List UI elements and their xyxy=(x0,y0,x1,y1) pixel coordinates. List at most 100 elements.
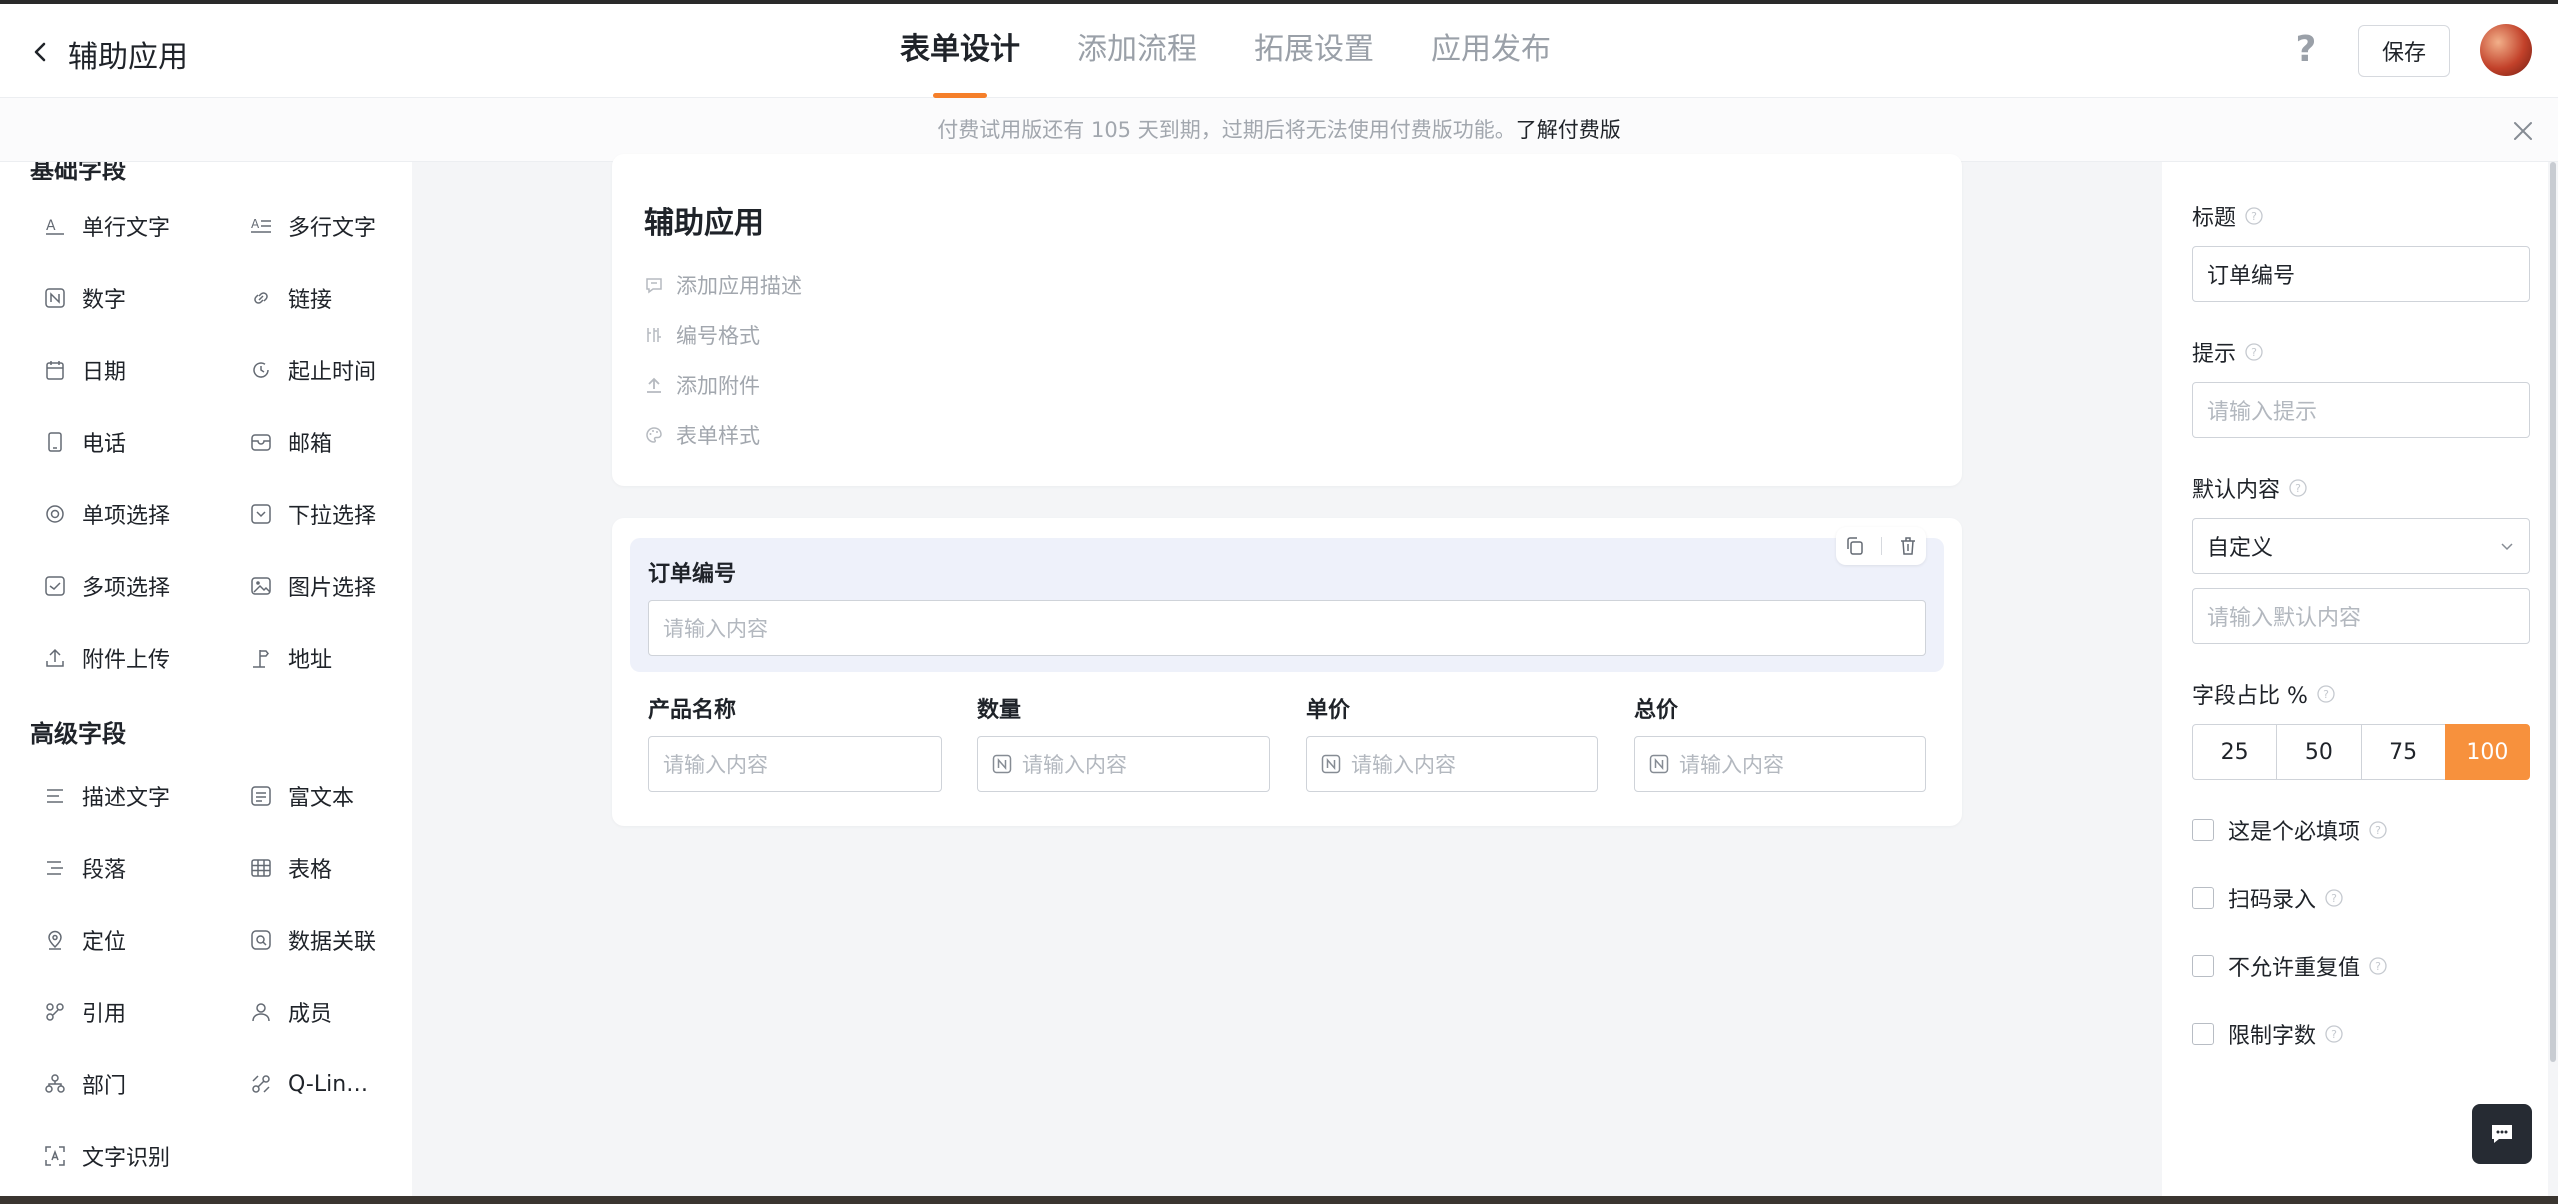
tab-form-design[interactable]: 表单设计 xyxy=(900,4,1020,98)
palette-item-single-line-text[interactable]: A 单行文字 xyxy=(44,208,170,244)
palette-item-date[interactable]: 日期 xyxy=(44,352,126,388)
svg-text:?: ? xyxy=(2375,960,2381,973)
tab-extension-settings[interactable]: 拓展设置 xyxy=(1254,4,1374,98)
mail-icon xyxy=(250,431,272,453)
limit-length-checkbox[interactable]: 限制字数 ? xyxy=(2192,1018,2344,1050)
close-icon[interactable] xyxy=(2512,120,2534,142)
palette-item-paragraph[interactable]: 段落 xyxy=(44,850,126,886)
ratio-option-50[interactable]: 50 xyxy=(2276,724,2362,780)
advanced-fields-title: 高级字段 xyxy=(30,720,126,748)
quantity-input[interactable]: 请输入内容 xyxy=(977,736,1270,792)
checkbox[interactable] xyxy=(2192,887,2214,909)
palette-item-time-range[interactable]: 起止时间 xyxy=(250,352,376,388)
tab-app-publish[interactable]: 应用发布 xyxy=(1431,4,1551,98)
chevron-left-icon xyxy=(34,42,46,62)
palette-item-dropdown[interactable]: 下拉选择 xyxy=(250,496,376,532)
time-range-icon xyxy=(250,359,272,381)
form-style-link[interactable]: 表单样式 xyxy=(644,420,760,450)
app-title: 辅助应用 xyxy=(68,40,188,75)
palette-item-multi-line-text[interactable]: A 多行文字 xyxy=(250,208,376,244)
palette-item-q-link[interactable]: Q-Lin… xyxy=(250,1066,368,1102)
field-label-total-price: 总价 xyxy=(1634,698,1679,723)
svg-text:?: ? xyxy=(2323,688,2329,701)
number-icon xyxy=(992,754,1012,774)
help-circle-icon[interactable]: ? xyxy=(2244,342,2264,362)
palette-item-table[interactable]: 表格 xyxy=(250,850,332,886)
palette-item-department[interactable]: 部门 xyxy=(44,1066,126,1102)
chat-support-button[interactable] xyxy=(2472,1104,2532,1164)
back-button[interactable] xyxy=(26,34,56,70)
palette-item-link[interactable]: 链接 xyxy=(250,280,332,316)
link-icon xyxy=(250,287,272,309)
tab-add-workflow[interactable]: 添加流程 xyxy=(1077,4,1197,98)
hint-input[interactable]: 请输入提示 xyxy=(2192,382,2530,438)
palette-item-reference[interactable]: 引用 xyxy=(44,994,126,1030)
default-content-input[interactable]: 请输入默认内容 xyxy=(2192,588,2530,644)
ratio-option-75[interactable]: 75 xyxy=(2360,724,2446,780)
help-circle-icon[interactable]: ? xyxy=(2324,888,2344,908)
checkbox[interactable] xyxy=(2192,819,2214,841)
form-name[interactable]: 辅助应用 xyxy=(644,198,764,242)
palette-item-rich-text[interactable]: 富文本 xyxy=(250,778,354,814)
scrollbar-thumb[interactable] xyxy=(2550,162,2556,1062)
chevron-down-icon xyxy=(2501,543,2513,551)
palette-item-mail[interactable]: 邮箱 xyxy=(250,424,332,460)
checkbox[interactable] xyxy=(2192,1023,2214,1045)
copy-icon[interactable] xyxy=(1844,535,1866,557)
field-palette: 基础字段 A 单行文字 A 多行文字 数字 链接 日期 起止时间 电话 邮箱 单… xyxy=(0,162,412,1196)
palette-item-description[interactable]: 描述文字 xyxy=(44,778,170,814)
help-circle-icon[interactable]: ? xyxy=(2288,478,2308,498)
checkbox-icon xyxy=(44,575,66,597)
unit-price-input[interactable]: 请输入内容 xyxy=(1306,736,1598,792)
default-type-select[interactable]: 自定义 xyxy=(2192,518,2530,574)
product-name-input[interactable]: 请输入内容 xyxy=(648,736,942,792)
ocr-icon xyxy=(44,1145,66,1167)
ratio-option-100[interactable]: 100 xyxy=(2444,724,2530,780)
palette-item-phone[interactable]: 电话 xyxy=(44,424,126,460)
no-duplicate-checkbox[interactable]: 不允许重复值 ? xyxy=(2192,950,2388,982)
palette-item-ocr[interactable]: 文字识别 xyxy=(44,1138,170,1174)
checkbox[interactable] xyxy=(2192,955,2214,977)
properties-scrollbar[interactable] xyxy=(2548,162,2558,1196)
add-description-link[interactable]: 添加应用描述 xyxy=(644,270,802,300)
prop-ratio-label: 字段占比 % ? xyxy=(2192,678,2336,710)
required-checkbox[interactable]: 这是个必填项 ? xyxy=(2192,814,2388,846)
palette-item-address[interactable]: 地址 xyxy=(250,640,332,676)
svg-text:?: ? xyxy=(2251,346,2257,359)
numbering-format-link[interactable]: 编号格式 xyxy=(644,320,760,350)
palette-item-location[interactable]: 定位 xyxy=(44,922,126,958)
ratio-option-25[interactable]: 25 xyxy=(2192,724,2278,780)
palette-icon xyxy=(644,425,664,445)
add-attachment-link[interactable]: 添加附件 xyxy=(644,370,760,400)
help-circle-icon[interactable]: ? xyxy=(2368,956,2388,976)
prop-hint-label: 提示 ? xyxy=(2192,336,2264,368)
save-button[interactable]: 保存 xyxy=(2358,25,2450,77)
phone-icon xyxy=(44,431,66,453)
palette-item-number[interactable]: 数字 xyxy=(44,280,126,316)
trial-banner: 付费试用版还有 105 天到期，过期后将无法使用付费版功能。了解付费版 xyxy=(0,98,2558,162)
palette-item-member[interactable]: 成员 xyxy=(250,994,332,1030)
palette-item-checkbox[interactable]: 多项选择 xyxy=(44,568,170,604)
help-circle-icon[interactable]: ? xyxy=(2324,1024,2344,1044)
delete-icon[interactable] xyxy=(1897,535,1919,557)
avatar[interactable] xyxy=(2480,24,2532,76)
banner-link[interactable]: 了解付费版 xyxy=(1516,118,1621,142)
order-number-input[interactable]: 请输入内容 xyxy=(648,600,1926,656)
prop-title-label: 标题 ? xyxy=(2192,200,2264,232)
palette-item-upload[interactable]: 附件上传 xyxy=(44,640,170,676)
help-circle-icon[interactable]: ? xyxy=(2244,206,2264,226)
scan-input-checkbox[interactable]: 扫码录入 ? xyxy=(2192,882,2344,914)
palette-item-image-select[interactable]: 图片选择 xyxy=(250,568,376,604)
help-circle-icon[interactable]: ? xyxy=(2316,684,2336,704)
selected-field-order-number[interactable]: 订单编号 请输入内容 xyxy=(630,538,1944,672)
palette-item-radio[interactable]: 单项选择 xyxy=(44,496,170,532)
total-price-input[interactable]: 请输入内容 xyxy=(1634,736,1926,792)
field-ratio-selector: 25 50 75 100 xyxy=(2192,724,2530,780)
palette-item-data-link[interactable]: 数据关联 xyxy=(250,922,376,958)
top-header: 辅助应用 表单设计 添加流程 拓展设置 应用发布 ? 保存 xyxy=(0,4,2558,98)
help-circle-icon[interactable]: ? xyxy=(2368,820,2388,840)
banner-text: 付费试用版还有 105 天到期，过期后将无法使用付费版功能。 xyxy=(937,118,1516,142)
help-icon[interactable]: ? xyxy=(2292,32,2320,68)
number-icon xyxy=(1321,754,1341,774)
title-input[interactable]: 订单编号 xyxy=(2192,246,2530,302)
